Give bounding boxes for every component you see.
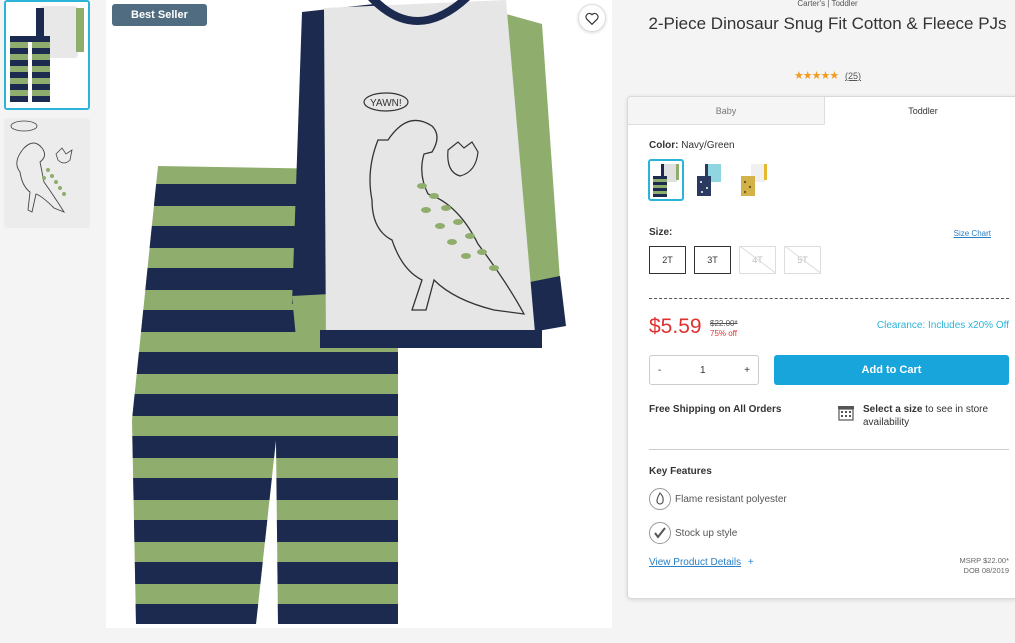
- store-icon: [837, 405, 855, 426]
- shipping-note: Free Shipping on All Orders: [649, 404, 782, 415]
- feature-stock-up: Stock up style: [649, 522, 737, 544]
- svg-text:YAWN!: YAWN!: [370, 98, 402, 109]
- favorite-button[interactable]: [578, 4, 606, 32]
- dob-line: DOB 08/2019: [963, 566, 1009, 575]
- view-details-link[interactable]: View Product Details: [649, 557, 741, 568]
- feature-flame-resistant: Flame resistant polyester: [649, 488, 787, 510]
- feature-label: Stock up style: [675, 527, 738, 539]
- increment-button[interactable]: +: [744, 365, 750, 376]
- color-label: Color:: [649, 140, 679, 151]
- add-to-cart-button[interactable]: Add to Cart: [774, 355, 1009, 385]
- swatch-blue-print[interactable]: [692, 159, 728, 201]
- thumbnail-2[interactable]: [4, 118, 90, 228]
- product-page: YAWN! Best Seller Carter's | Toddler 2-P…: [0, 0, 1015, 643]
- expand-icon[interactable]: +: [748, 557, 754, 568]
- sale-price: $5.59: [649, 315, 702, 338]
- size-3t[interactable]: 3T: [694, 246, 731, 274]
- rating[interactable]: ★★★★★ (25): [640, 69, 1015, 82]
- percent-off: 75% off: [710, 329, 737, 338]
- checkmark-icon: [649, 522, 671, 544]
- rating-stars: ★★★★★: [793, 70, 839, 82]
- size-label: Size:: [649, 227, 673, 238]
- color-value: Navy/Green: [681, 140, 735, 151]
- review-count-link[interactable]: (25): [845, 71, 861, 81]
- tab-baby[interactable]: Baby: [628, 97, 824, 124]
- store-availability: Select a size to see in store availabili…: [863, 403, 1013, 429]
- original-price: $22.00*: [710, 319, 738, 328]
- clearance-note: Clearance: Includes x20% Off: [876, 320, 1009, 331]
- product-title: 2-Piece Dinosaur Snug Fit Cotton & Fleec…: [648, 14, 1007, 33]
- store-availability-bold: Select a size: [863, 404, 923, 415]
- msrp-info: MSRP $22.00* DOB 08/2019: [960, 556, 1009, 576]
- purchase-card: Baby Toddler Color: Navy/Green Size: Siz…: [627, 96, 1015, 599]
- divider: [649, 298, 1009, 299]
- size-options: 2T 3T 4T 5T: [649, 246, 821, 274]
- msrp-line: MSRP $22.00*: [959, 556, 1009, 565]
- main-product-image[interactable]: YAWN! Best Seller: [106, 0, 612, 628]
- decrement-button[interactable]: -: [658, 365, 661, 376]
- brand-breadcrumb[interactable]: Carter's | Toddler: [640, 0, 1015, 8]
- pajama-illustration: YAWN!: [106, 0, 612, 628]
- thumbnail-list: [4, 0, 90, 236]
- key-features-heading: Key Features: [649, 466, 712, 477]
- color-row: Color: Navy/Green: [649, 140, 735, 151]
- divider: [649, 449, 1009, 450]
- size-2t[interactable]: 2T: [649, 246, 686, 274]
- color-swatches: [648, 159, 772, 201]
- swatch-navy-green[interactable]: [648, 159, 684, 201]
- feature-label: Flame resistant polyester: [675, 493, 787, 505]
- swatch-yellow-print[interactable]: [736, 159, 772, 201]
- size-4t: 4T: [739, 246, 776, 274]
- heart-icon: [585, 12, 599, 25]
- thumbnail-1[interactable]: [4, 0, 90, 110]
- age-tabs: Baby Toddler: [628, 97, 1015, 125]
- tab-toddler[interactable]: Toddler: [824, 97, 1015, 125]
- quantity-stepper: - 1 +: [649, 355, 759, 385]
- size-5t: 5T: [784, 246, 821, 274]
- quantity-value[interactable]: 1: [700, 365, 706, 376]
- best-seller-badge: Best Seller: [112, 4, 207, 26]
- view-product-details[interactable]: View Product Details +: [649, 557, 754, 568]
- size-chart-link[interactable]: Size Chart: [954, 229, 991, 238]
- flame-icon: [649, 488, 671, 510]
